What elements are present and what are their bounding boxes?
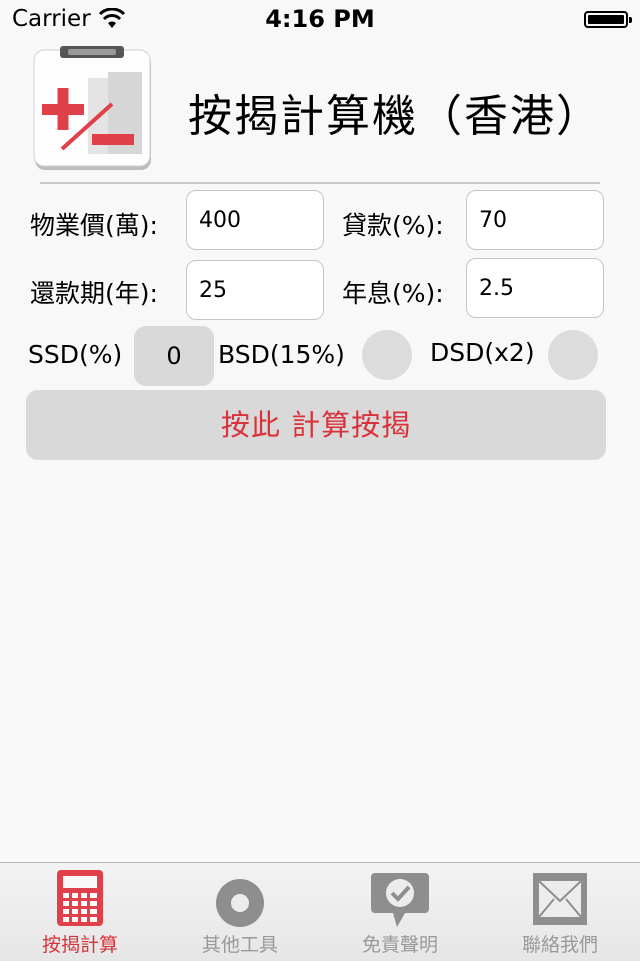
mail-icon xyxy=(533,873,587,925)
disclaimer-icon xyxy=(371,873,429,927)
tab-disclaimer[interactable]: 免責聲明 xyxy=(320,863,480,961)
price-label: 物業價(萬): xyxy=(30,211,158,240)
status-bar: Carrier 4:16 PM xyxy=(0,0,640,40)
page-title: 按揭計算機（香港） xyxy=(188,91,602,142)
dsd-toggle[interactable] xyxy=(548,330,598,380)
tab-label: 按揭計算 xyxy=(41,934,118,956)
loan-percent-label: 貸款(%): xyxy=(342,211,444,240)
tab-bar: 按揭計算 其他工具 免責聲明 聯絡我們 xyxy=(0,862,640,961)
ssd-label: SSD(%) xyxy=(28,340,123,369)
tab-label: 其他工具 xyxy=(201,934,278,956)
tab-contact-us[interactable]: 聯絡我們 xyxy=(480,863,640,961)
tab-mortgage-calculator[interactable]: 按揭計算 xyxy=(0,863,160,961)
rate-label: 年息(%): xyxy=(342,279,444,308)
term-input[interactable]: 25 xyxy=(186,260,324,320)
rate-input[interactable]: 2.5 xyxy=(466,258,604,318)
divider xyxy=(40,182,600,184)
bsd-label: BSD(15%) xyxy=(218,340,345,369)
tab-other-tools[interactable]: 其他工具 xyxy=(160,863,320,961)
loan-percent-input[interactable]: 70 xyxy=(466,190,604,250)
clock: 4:16 PM xyxy=(265,5,375,33)
price-input[interactable]: 400 xyxy=(186,190,324,250)
app-logo-icon xyxy=(33,46,151,170)
calculator-icon xyxy=(57,870,103,926)
tools-icon xyxy=(216,879,264,927)
bsd-toggle[interactable] xyxy=(362,330,412,380)
tab-label: 免責聲明 xyxy=(361,934,438,956)
tab-label: 聯絡我們 xyxy=(521,934,598,956)
calculate-button[interactable]: 按此 計算按揭 xyxy=(26,390,606,460)
term-label: 還款期(年): xyxy=(30,279,158,308)
battery-icon xyxy=(584,11,632,28)
ssd-selector[interactable]: 0 xyxy=(134,326,214,386)
dsd-label: DSD(x2) xyxy=(430,338,535,367)
